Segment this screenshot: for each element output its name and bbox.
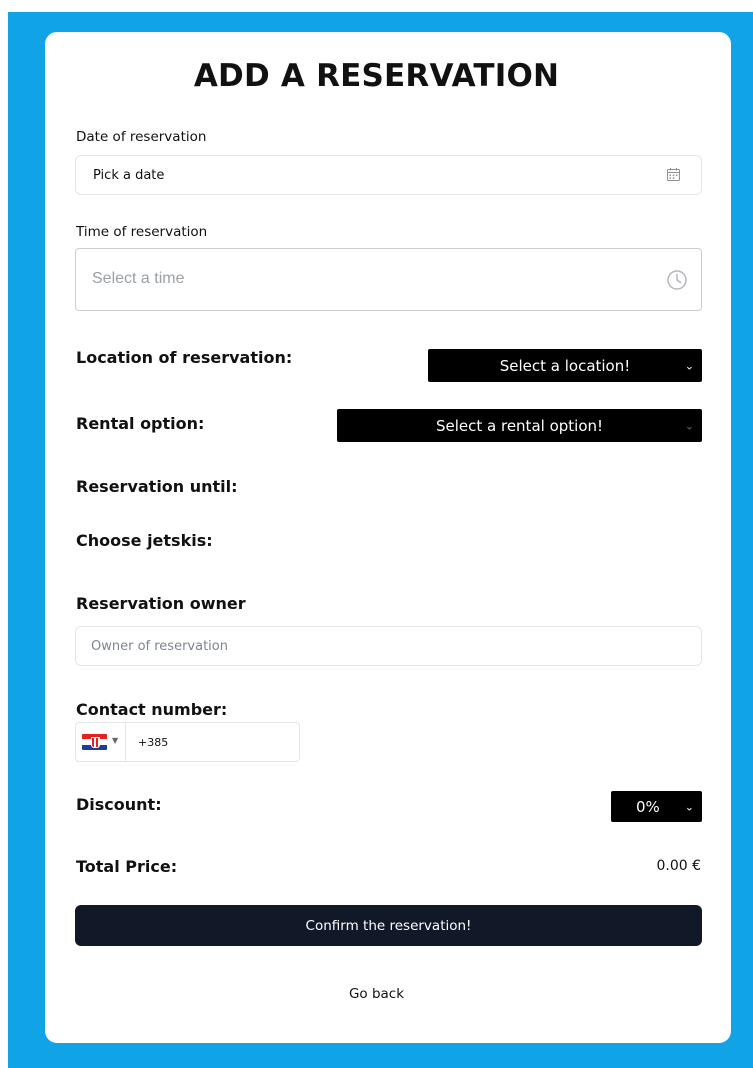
page-title: ADD A RESERVATION bbox=[193, 58, 560, 94]
total-price-value: 0.00 € bbox=[656, 858, 701, 874]
jetskis-label: Choose jetskis: bbox=[76, 531, 213, 550]
location-select-value: Select a location! bbox=[499, 356, 631, 375]
time-label: Time of reservation bbox=[76, 224, 208, 240]
go-back-link[interactable]: Go back bbox=[0, 986, 753, 1002]
owner-placeholder: Owner of reservation bbox=[91, 639, 228, 654]
discount-select-value: 0% bbox=[636, 797, 660, 816]
location-label: Location of reservation: bbox=[76, 348, 293, 367]
discount-label: Discount: bbox=[76, 795, 162, 814]
clock-icon[interactable] bbox=[666, 269, 688, 291]
chevron-down-icon: ⌄ bbox=[684, 419, 694, 432]
calendar-icon[interactable] bbox=[666, 167, 681, 182]
rental-label: Rental option: bbox=[76, 414, 205, 433]
croatia-flag-icon bbox=[82, 734, 107, 750]
date-input[interactable] bbox=[75, 155, 702, 195]
date-label: Date of reservation bbox=[76, 129, 207, 145]
country-selector[interactable]: ▼ bbox=[76, 723, 126, 761]
reservation-until-label: Reservation until: bbox=[76, 477, 238, 496]
confirm-button[interactable]: Confirm the reservation! bbox=[75, 905, 702, 946]
total-price-label: Total Price: bbox=[76, 857, 178, 876]
owner-label: Reservation owner bbox=[76, 594, 246, 613]
date-placeholder: Pick a date bbox=[93, 168, 165, 183]
location-select[interactable]: Select a location! ⌄ bbox=[428, 349, 702, 382]
chevron-down-icon: ⌄ bbox=[684, 800, 694, 813]
rental-select[interactable]: Select a rental option! ⌄ bbox=[337, 409, 702, 442]
rental-select-value: Select a rental option! bbox=[435, 416, 604, 435]
chevron-down-icon: ⌄ bbox=[684, 359, 694, 372]
phone-value: +385 bbox=[138, 736, 169, 749]
discount-select[interactable]: 0% ⌄ bbox=[611, 791, 702, 822]
time-placeholder: Select a time bbox=[92, 270, 185, 287]
caret-down-icon: ▼ bbox=[112, 736, 119, 745]
contact-label: Contact number: bbox=[76, 700, 228, 719]
